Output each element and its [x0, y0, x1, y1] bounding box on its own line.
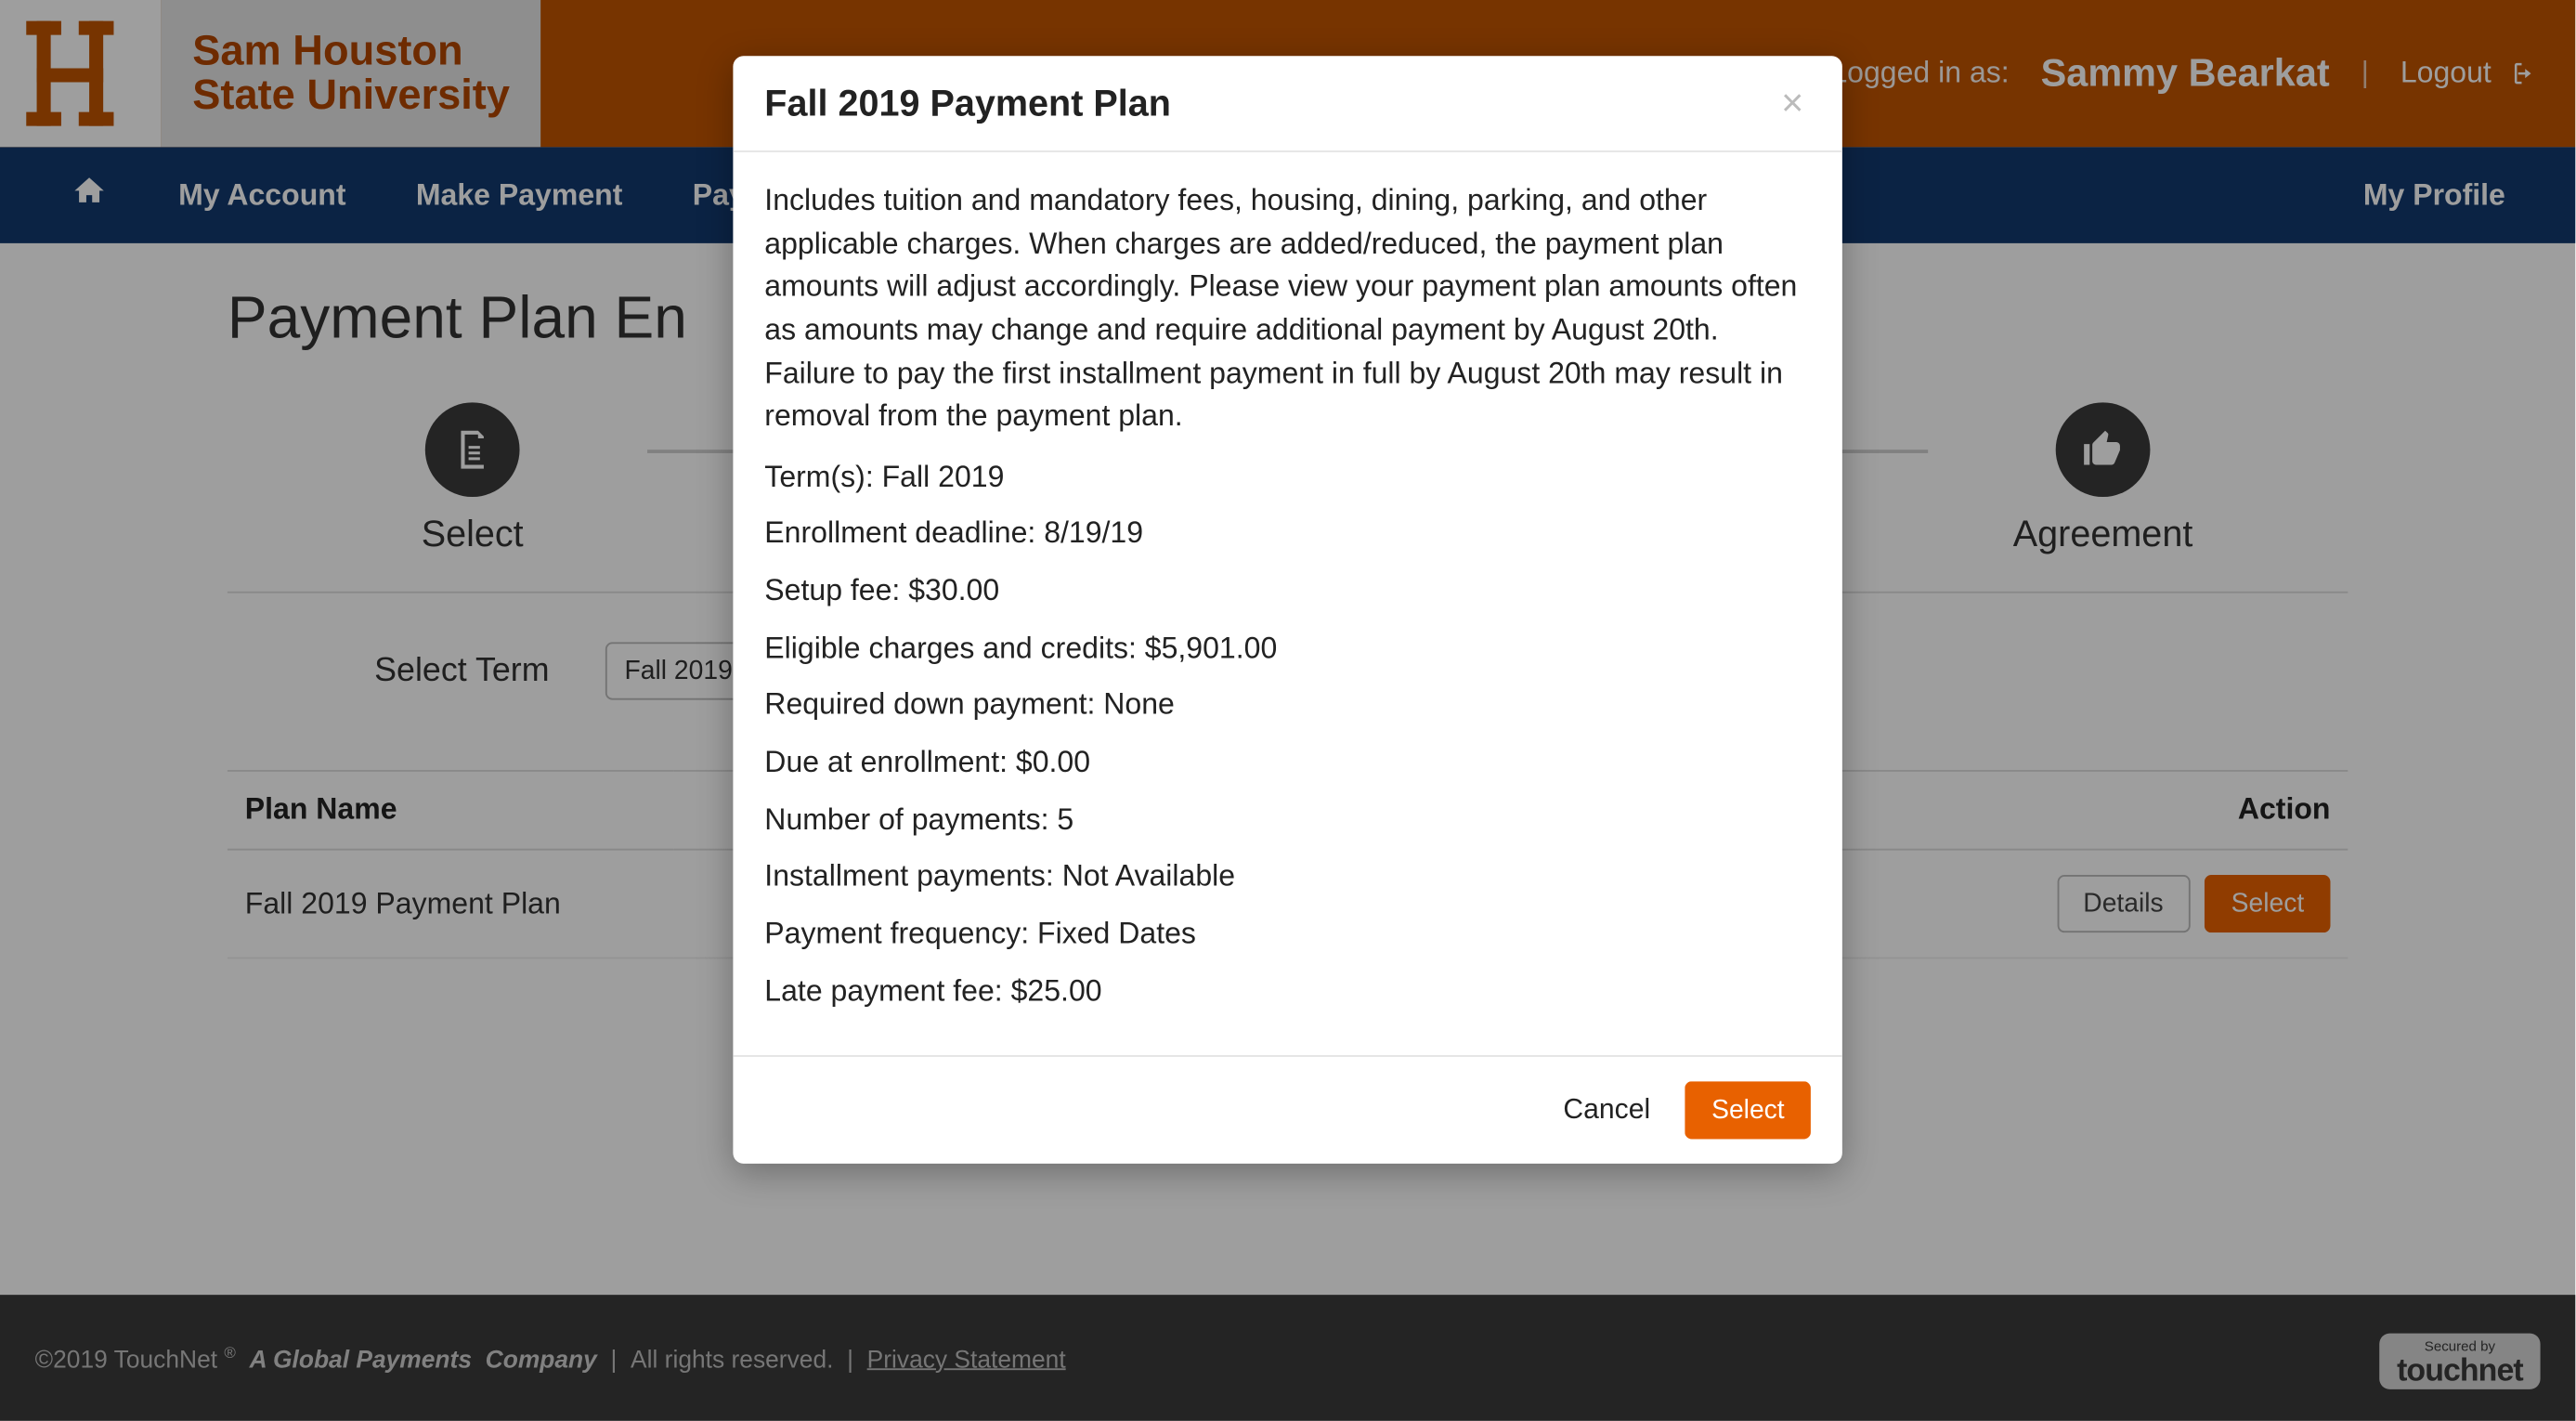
modal-setup-fee: Setup fee: $30.00	[764, 570, 1811, 613]
modal-down-payment: Required down payment: None	[764, 684, 1811, 727]
modal-installment: Installment payments: Not Available	[764, 856, 1811, 899]
modal-eligible: Eligible charges and credits: $5,901.00	[764, 628, 1811, 671]
modal-enrollment-deadline: Enrollment deadline: 8/19/19	[764, 514, 1811, 556]
modal-description: Includes tuition and mandatory fees, hou…	[764, 180, 1811, 439]
modal-late-fee: Late payment fee: $25.00	[764, 971, 1811, 1013]
modal-due-enroll: Due at enrollment: $0.00	[764, 742, 1811, 785]
modal-select-button[interactable]: Select	[1685, 1082, 1811, 1140]
plan-details-modal: Fall 2019 Payment Plan × Includes tuitio…	[733, 56, 1841, 1164]
modal-frequency: Payment frequency: Fixed Dates	[764, 913, 1811, 956]
modal-terms: Term(s): Fall 2019	[764, 456, 1811, 499]
modal-title: Fall 2019 Payment Plan	[764, 84, 1171, 125]
modal-close-button[interactable]: ×	[1775, 84, 1811, 122]
modal-num-payments: Number of payments: 5	[764, 799, 1811, 841]
close-icon: ×	[1781, 81, 1803, 124]
modal-footer: Cancel Select	[733, 1056, 1841, 1165]
modal-body: Includes tuition and mandatory fees, hou…	[733, 152, 1841, 1056]
modal-cancel-button[interactable]: Cancel	[1563, 1095, 1650, 1127]
modal-header: Fall 2019 Payment Plan ×	[733, 56, 1841, 152]
